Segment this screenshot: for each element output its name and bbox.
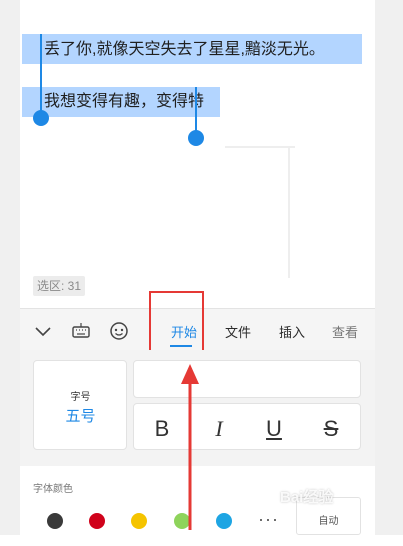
format-buttons-group: B I U S — [133, 403, 361, 450]
selection-count-badge: 选区: 31 — [33, 276, 86, 296]
ghost-line — [225, 146, 295, 148]
keyboard-icon[interactable] — [71, 321, 91, 341]
ghost-line-vertical — [288, 146, 290, 278]
font-size-card[interactable]: 字号 五号 — [33, 360, 127, 450]
bold-button[interactable]: B — [137, 404, 187, 454]
font-color-label: 字体颜色 — [33, 484, 73, 495]
tab-insert[interactable]: 插入 — [279, 322, 305, 341]
right-margin — [375, 0, 403, 535]
selection-end-handle[interactable] — [188, 130, 204, 146]
more-colors-button[interactable]: ··· — [258, 509, 279, 530]
annotation-highlight-box — [149, 291, 204, 357]
tab-file[interactable]: 文件 — [225, 322, 251, 341]
color-swatch[interactable] — [216, 513, 232, 529]
font-size-value: 五号 — [65, 408, 96, 425]
color-swatch[interactable] — [174, 513, 190, 529]
color-swatch[interactable] — [131, 513, 147, 529]
collapse-chevron-icon[interactable] — [33, 321, 53, 341]
selection-start-handle-stem — [40, 34, 42, 114]
document-area[interactable] — [20, 24, 375, 306]
font-size-label: 字号 — [70, 392, 91, 403]
font-name-field[interactable] — [133, 360, 361, 398]
watermark: Bai经验 — [280, 489, 334, 506]
underline-button[interactable]: U — [249, 404, 299, 454]
left-margin — [0, 0, 20, 535]
italic-button[interactable]: I — [194, 404, 244, 454]
tab-view[interactable]: 查看 — [332, 322, 358, 341]
color-swatch[interactable] — [89, 513, 105, 529]
selection-start-handle[interactable] — [33, 110, 49, 126]
strikethrough-button[interactable]: S — [306, 404, 356, 454]
color-swatch[interactable] — [47, 513, 63, 529]
emoji-icon[interactable] — [109, 321, 129, 341]
document-text-line-2: 我想变得有趣，变得特 — [44, 93, 205, 110]
screenshot-canvas: 丢了你,就像天空失去了星星,黯淡无光。 我想变得有趣，变得特 选区: 31 开始… — [0, 0, 403, 535]
document-text-line-1: 丢了你,就像天空失去了星星,黯淡无光。 — [44, 41, 325, 58]
selection-end-handle-stem — [195, 87, 197, 133]
